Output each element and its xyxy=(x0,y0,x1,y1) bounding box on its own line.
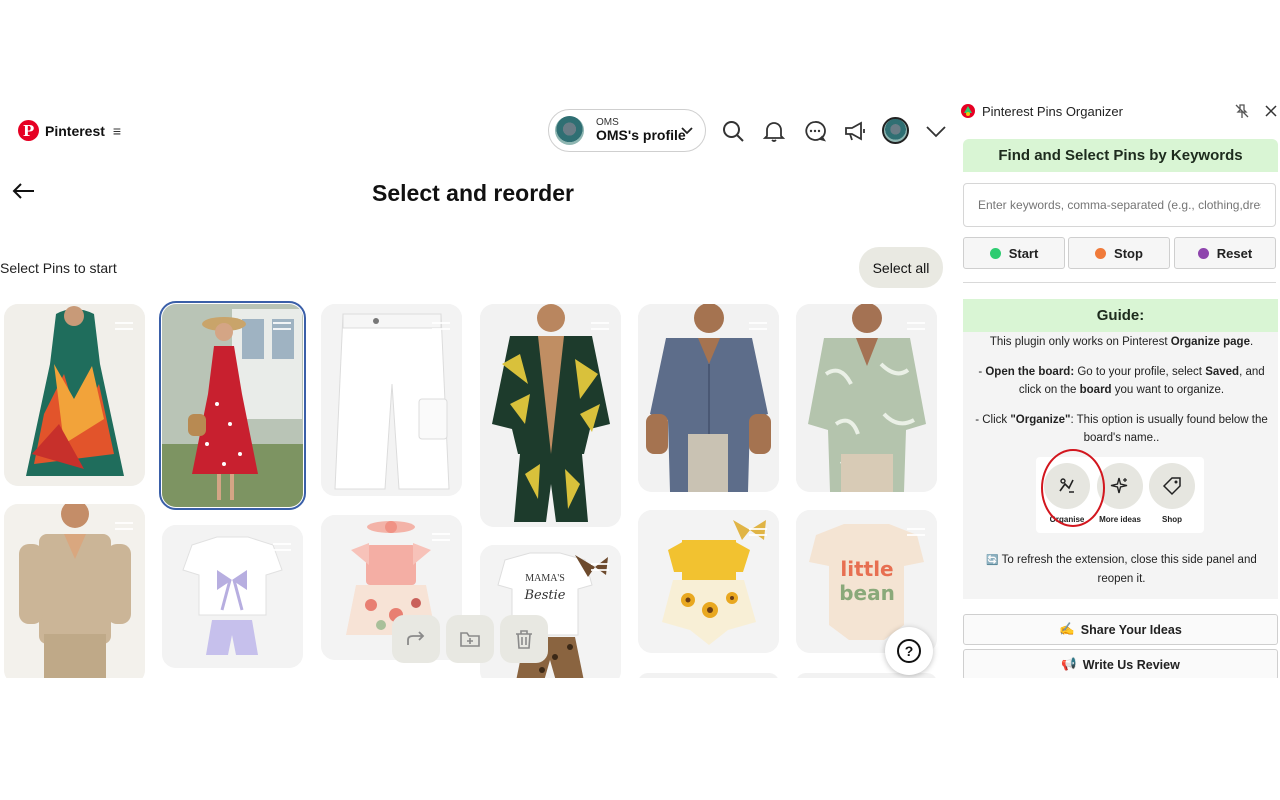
pinterest-logo[interactable]: P Pinterest ≡ xyxy=(18,120,121,141)
drag-handle-icon[interactable] xyxy=(749,322,767,330)
pin-card[interactable] xyxy=(321,304,462,496)
browser-viewport: P Pinterest ≡ OMS OMS's profile Select a… xyxy=(0,92,1280,678)
guide-paragraph-1: This plugin only works on Pinterest Orga… xyxy=(989,336,1254,348)
highlight-circle xyxy=(1041,449,1105,527)
stop-label: Stop xyxy=(1114,245,1143,261)
menu-icon[interactable]: ≡ xyxy=(113,123,121,139)
messages-icon[interactable] xyxy=(803,119,827,143)
drag-handle-icon[interactable] xyxy=(432,533,450,541)
pin-image-red-floral-dress xyxy=(162,304,303,507)
divider xyxy=(963,282,1276,283)
bell-icon[interactable] xyxy=(762,119,786,143)
pin-card[interactable] xyxy=(480,304,621,527)
keywords-heading: Find and Select Pins by Keywords xyxy=(963,139,1278,172)
refresh-icon: 🔄 xyxy=(986,555,999,566)
pinterest-logo-icon: P xyxy=(18,120,39,141)
pin-card[interactable] xyxy=(796,304,937,492)
share-ideas-button[interactable]: ✍️ Share Your Ideas xyxy=(963,614,1278,645)
search-icon[interactable] xyxy=(721,119,745,143)
extension-logo-icon xyxy=(961,104,975,118)
share-arrow-icon xyxy=(407,631,425,645)
pin-text-mamas: MAMA'S xyxy=(525,573,565,584)
chevron-down-icon[interactable] xyxy=(924,119,948,143)
drag-handle-icon[interactable] xyxy=(273,322,291,330)
drag-handle-icon[interactable] xyxy=(749,528,767,536)
start-label: Start xyxy=(1008,245,1039,261)
move-button[interactable] xyxy=(392,615,440,663)
drag-handle-icon[interactable] xyxy=(907,322,925,330)
write-review-label: Write Us Review xyxy=(1082,657,1180,672)
page-title: Select and reorder xyxy=(372,180,574,206)
add-to-board-button[interactable] xyxy=(446,615,494,663)
keywords-input[interactable] xyxy=(963,183,1276,227)
delete-button[interactable] xyxy=(500,615,548,663)
extension-title: Pinterest Pins Organizer xyxy=(982,104,1123,119)
pin-image-blue-shirt xyxy=(638,304,779,492)
extension-side-panel: Pinterest Pins Organizer Find and Select… xyxy=(955,92,1280,678)
pin-card[interactable] xyxy=(4,504,145,678)
pinterest-page: P Pinterest ≡ OMS OMS's profile Select a… xyxy=(0,92,955,678)
megaphone-icon[interactable] xyxy=(843,119,867,143)
pin-card[interactable] xyxy=(162,525,303,668)
drag-handle-icon[interactable] xyxy=(273,543,291,551)
pin-image-leaf-print-shirt xyxy=(796,304,937,492)
drag-handle-icon[interactable] xyxy=(432,322,450,330)
pin-image-white-cargo-shorts xyxy=(321,304,462,496)
start-button[interactable]: Start xyxy=(963,237,1065,269)
write-review-button[interactable]: 📢 Write Us Review xyxy=(963,649,1278,678)
help-button[interactable]: ? xyxy=(885,627,933,675)
guide-paragraph-3: - Click "Organize": This option is usual… xyxy=(975,414,1268,444)
guide-heading: Guide: xyxy=(963,299,1278,332)
guide-paragraph-2: - Open the board: Go to your profile, se… xyxy=(978,366,1265,396)
profile-name: OMS's profile xyxy=(596,127,686,144)
pin-card[interactable]: MAMA'S Bestie xyxy=(480,545,621,678)
pin-card[interactable] xyxy=(638,673,779,678)
stop-button[interactable]: Stop xyxy=(1068,237,1170,269)
profile-switcher[interactable]: OMS OMS's profile xyxy=(548,109,706,152)
chevron-down-icon xyxy=(681,127,693,135)
reset-button[interactable]: Reset xyxy=(1174,237,1276,269)
pin-text-little: little xyxy=(840,557,893,581)
pin-text-bestie: Bestie xyxy=(524,588,566,603)
drag-handle-icon[interactable] xyxy=(907,528,925,536)
guide-section: Guide: This plugin only works on Pintere… xyxy=(963,299,1278,599)
back-arrow-icon[interactable] xyxy=(10,178,36,204)
refresh-note: 🔄 To refresh the extension, close this s… xyxy=(986,554,1257,585)
pin-image-beige-linen-set xyxy=(4,504,145,678)
folder-plus-icon xyxy=(460,632,480,647)
pin-text-bean: bean xyxy=(839,581,895,605)
drag-handle-icon[interactable] xyxy=(115,322,133,330)
megaphone-icon: 📢 xyxy=(1061,657,1077,671)
drag-handle-icon[interactable] xyxy=(591,563,609,571)
select-hint: Select Pins to start xyxy=(0,260,117,276)
start-dot-icon xyxy=(989,247,1001,259)
pin-card[interactable] xyxy=(638,510,779,653)
profile-avatar xyxy=(555,116,584,145)
avatar[interactable] xyxy=(882,117,909,144)
screen: P Pinterest ≡ OMS OMS's profile Select a… xyxy=(0,0,1280,800)
select-all-button[interactable]: Select all xyxy=(859,247,943,288)
pin-card-selected[interactable] xyxy=(159,301,306,510)
more-ideas-label: More ideas xyxy=(1099,515,1141,524)
top-bar: P Pinterest ≡ OMS OMS's profile xyxy=(0,92,955,170)
pin-image-tropical-shirt-set xyxy=(480,304,621,527)
pin-image-tropical-dress xyxy=(4,304,145,486)
brand-name: Pinterest xyxy=(45,122,105,139)
drag-handle-icon[interactable] xyxy=(591,322,609,330)
shop-label: Shop xyxy=(1162,515,1182,524)
pin-card[interactable] xyxy=(638,304,779,492)
pin-card[interactable] xyxy=(4,304,145,486)
reset-label: Reset xyxy=(1216,245,1253,261)
tag-icon xyxy=(1149,463,1195,509)
drag-handle-icon[interactable] xyxy=(115,522,133,530)
pin-panel-icon[interactable] xyxy=(1234,103,1250,119)
close-icon[interactable] xyxy=(1263,103,1279,119)
trash-icon xyxy=(516,630,532,649)
help-label: ? xyxy=(904,643,914,659)
extension-header: Pinterest Pins Organizer xyxy=(955,100,1280,124)
share-ideas-label: Share Your Ideas xyxy=(1080,622,1182,637)
writing-hand-icon: ✍️ xyxy=(1059,622,1075,636)
stop-dot-icon xyxy=(1095,247,1107,259)
reset-dot-icon xyxy=(1197,247,1209,259)
